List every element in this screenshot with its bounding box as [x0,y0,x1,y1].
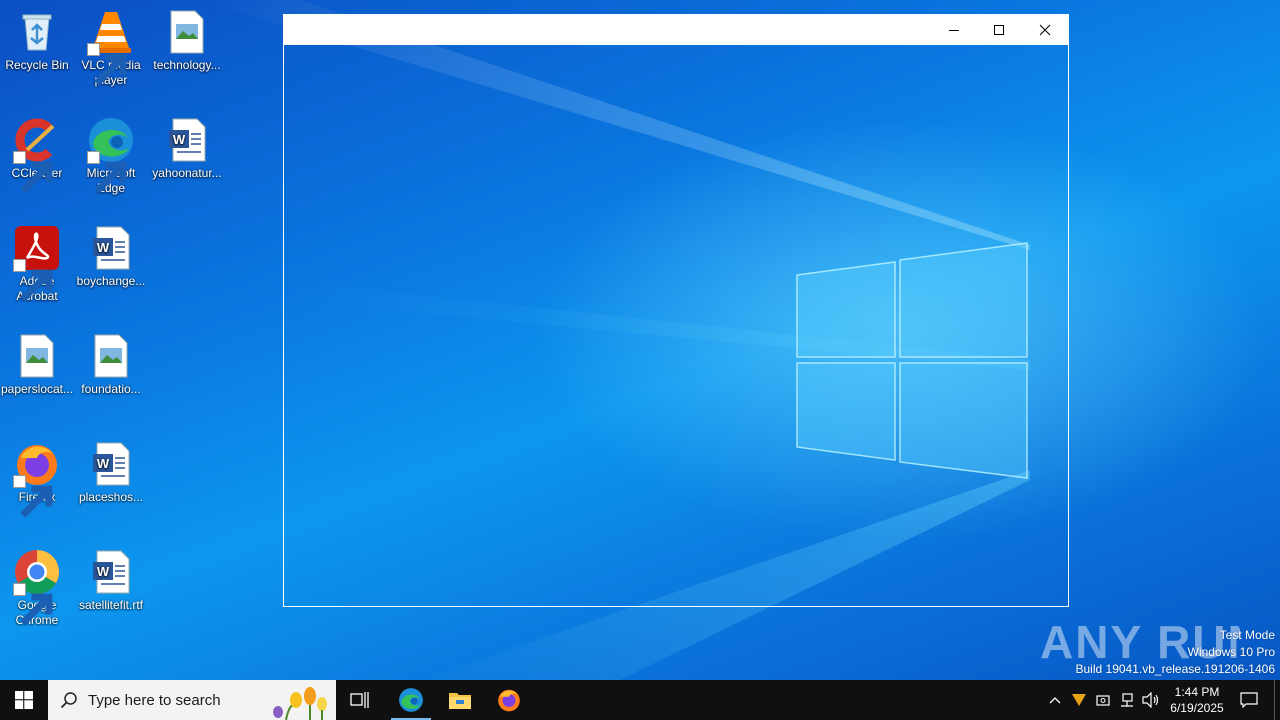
watermark-edition: Windows 10 Pro [1187,645,1275,659]
edge-icon [399,688,423,712]
notification-icon [1240,692,1258,708]
acrobat-icon [13,224,61,302]
maximize-icon [994,25,1004,35]
windows-watermark: Test Mode Windows 10 Pro Build 19041.vb_… [1076,627,1276,678]
watermark-build: Build 19041.vb_release.191206-1406 [1075,662,1276,676]
desktop-icon-firefox[interactable]: Firefox [0,440,74,518]
shortcut-arrow-icon [13,475,53,518]
show-desktop-divider[interactable] [1274,680,1275,720]
ccleaner-icon [13,116,61,194]
desktop-icon-vlc[interactable]: VLC media player [74,8,148,88]
minimize-icon [949,30,959,31]
show-hidden-icons-button[interactable] [1044,680,1066,720]
task-view-button[interactable] [336,680,384,720]
desktop-icon-label: foundatio... [81,382,141,396]
desktop-icon-adobe-acrobat[interactable]: Adobe Acrobat [0,224,74,304]
vlc-icon [87,8,135,86]
desktop-icon-technology[interactable]: technology... [150,8,224,73]
desktop-icon-label: boychange... [76,274,146,288]
firefox-icon [13,440,61,518]
desktop-icon-recycle-bin[interactable]: Recycle Bin [0,8,74,73]
svg-text:W: W [97,240,110,255]
windows-logo-icon [15,691,33,709]
desktop-icon-label: technology... [153,58,221,72]
desktop-icon-yahoonatur[interactable]: W yahoonatur... [150,116,224,181]
clock-time: 1:44 PM [1174,685,1220,699]
search-highlight-flowers-icon [273,687,327,720]
recycle-bin-icon [13,8,61,56]
blank-window[interactable] [283,14,1069,607]
speaker-icon [1142,692,1159,708]
desktop-icon-paperslocat[interactable]: paperslocat... [0,332,74,397]
word-document-icon: W [87,548,135,596]
file-explorer-icon [449,693,471,709]
word-document-icon: W [163,116,211,164]
search-icon [60,692,77,709]
clock-date: 6/19/2025 [1170,701,1224,715]
tray-network-button[interactable] [1116,680,1138,720]
search-placeholder: Type here to search [88,691,221,709]
maximize-button[interactable] [976,15,1022,45]
desktop-icon-boychange[interactable]: W boychange... [74,224,148,289]
taskbar-search-box[interactable]: Type here to search [48,680,336,720]
svg-text:W: W [97,456,110,471]
desktop: Recycle Bin CCleaner Adobe Acrobat paper… [0,0,1280,680]
window-titlebar[interactable] [284,15,1068,45]
word-document-icon: W [87,224,135,272]
chevron-up-icon [1049,697,1061,704]
shortcut-arrow-icon [13,259,53,302]
taskbar-file-explorer-button[interactable] [436,680,484,720]
image-file-icon [13,332,61,380]
desktop-icon-label: Recycle Bin [5,58,69,72]
action-center-button[interactable] [1232,680,1266,720]
word-document-icon: W [87,440,135,488]
tray-clock[interactable]: 1:44 PM 6/19/2025 [1164,680,1230,720]
start-button[interactable] [0,680,48,720]
shortcut-arrow-icon [13,583,53,626]
watermark-test-mode: Test Mode [1219,628,1275,642]
desktop-icon-label: placeshos... [78,490,144,504]
image-file-icon [163,8,211,56]
taskbar: Type here to search 1:44 PM 6/19/2025 [0,680,1280,720]
edge-icon [87,116,135,194]
desktop-icon-google-chrome[interactable]: Google Chrome [0,548,74,628]
chrome-icon [13,548,61,626]
taskbar-edge-button[interactable] [387,680,435,720]
svg-text:W: W [97,564,110,579]
desktop-icon-satellitefit[interactable]: W satellitefit.rtf [74,548,148,613]
network-icon [1121,693,1133,707]
desktop-icon-placeshos[interactable]: W placeshos... [74,440,148,505]
shortcut-arrow-icon [13,151,53,194]
desktop-icon-label: yahoonatur... [152,166,222,180]
tray-volume-button[interactable] [1140,680,1162,720]
task-view-icon [350,692,369,708]
desktop-icon-label: satellitefit.rtf [78,598,144,612]
shortcut-arrow-icon [87,43,127,86]
minimize-button[interactable] [931,15,977,45]
firefox-icon [498,689,520,712]
shortcut-arrow-icon [87,151,127,194]
tray-warning-button[interactable] [1068,680,1090,720]
desktop-icon-microsoft-edge[interactable]: Microsoft Edge [74,116,148,196]
tray-device-button[interactable] [1092,680,1114,720]
image-file-icon [87,332,135,380]
close-icon [1039,24,1051,36]
desktop-icon-label: paperslocat... [0,382,74,396]
desktop-icon-foundatio[interactable]: foundatio... [74,332,148,397]
close-button[interactable] [1022,15,1068,45]
desktop-icon-ccleaner[interactable]: CCleaner [0,116,74,194]
taskbar-firefox-button[interactable] [485,680,533,720]
device-icon [1096,695,1110,706]
svg-text:W: W [173,132,186,147]
shield-warning-icon [1072,694,1086,706]
